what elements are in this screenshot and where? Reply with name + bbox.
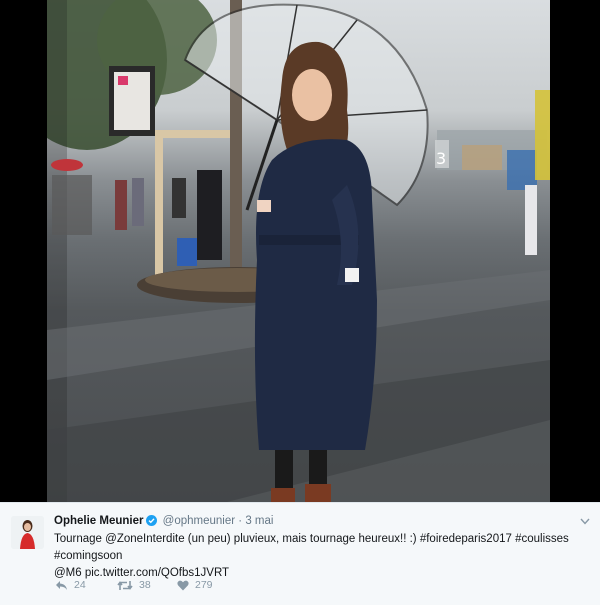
- retweet-count: 38: [139, 579, 151, 591]
- separator-dot: ·: [238, 515, 243, 527]
- reply-count: 24: [74, 579, 86, 591]
- user-handle[interactable]: @ophmeunier: [163, 515, 235, 527]
- tweet-date[interactable]: 3 mai: [245, 515, 273, 527]
- photo-sign-number: 3: [436, 149, 446, 168]
- tweet-card: Ophelie Meunier @ophmeunier · 3 mai Tour…: [0, 502, 600, 605]
- tweet-photo[interactable]: 3: [47, 0, 550, 502]
- reply-button[interactable]: 24: [55, 577, 86, 593]
- avatar-image: [11, 516, 44, 549]
- photo-scene: 3: [47, 0, 550, 502]
- media-container: 3: [0, 0, 600, 502]
- reply-icon: [56, 580, 67, 590]
- retweet-button[interactable]: 38: [117, 577, 151, 593]
- verified-badge-icon: [146, 515, 158, 526]
- avatar[interactable]: [11, 516, 44, 549]
- chevron-down-icon[interactable]: [580, 518, 590, 525]
- display-name[interactable]: Ophelie Meunier: [54, 515, 143, 527]
- retweet-icon: [117, 580, 133, 590]
- like-count: 279: [195, 579, 213, 591]
- tweet-header: Ophelie Meunier @ophmeunier · 3 mai: [54, 515, 273, 527]
- tweet-text: Tournage @ZoneInterdite (un peu) pluvieu…: [54, 531, 589, 582]
- heart-icon: [177, 580, 189, 590]
- like-button[interactable]: 279: [177, 577, 213, 593]
- tweet-text-line1: Tournage @ZoneInterdite (un peu) pluvieu…: [54, 533, 569, 562]
